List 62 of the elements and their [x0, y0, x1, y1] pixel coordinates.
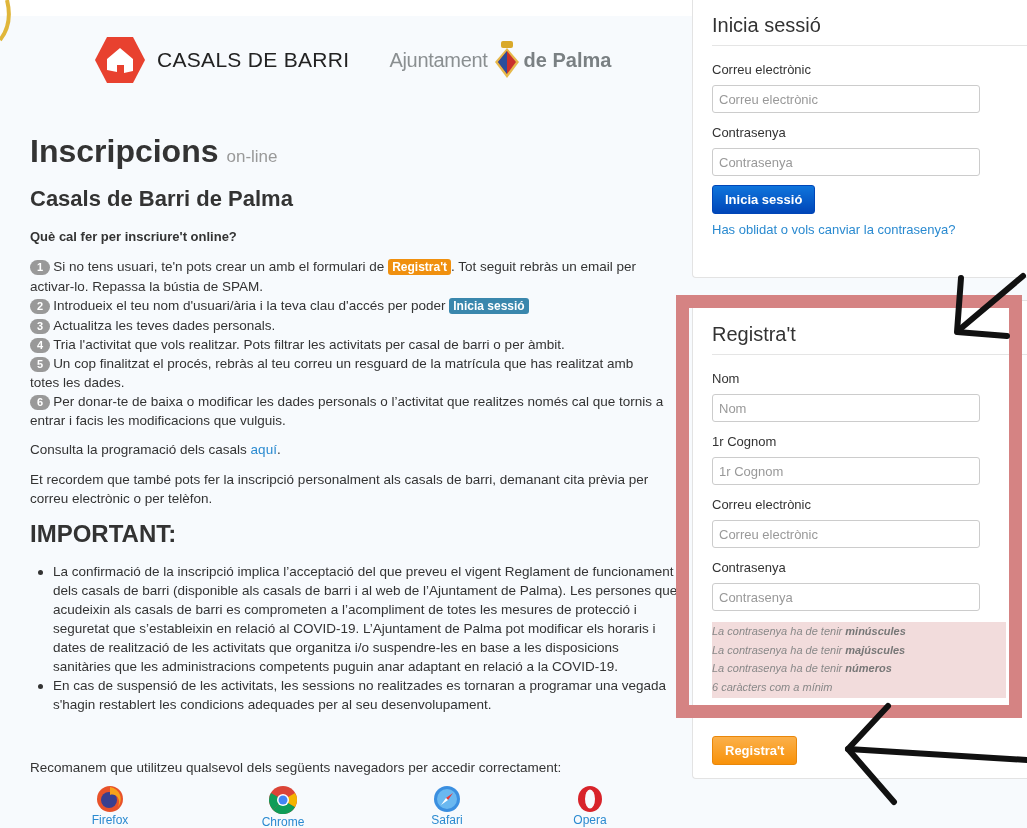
step-number: 5: [30, 357, 51, 372]
password-rule: La contrasenya ha de tenir majúscules: [712, 642, 907, 658]
browser-link[interactable]: Chrome: [261, 816, 305, 828]
browser-prompt: Recomanem que utilitzeu qualsevol dels següents navegadors per accedir correctament:: [30, 759, 563, 777]
text-field[interactable]: Correu electrònic: [712, 520, 980, 548]
consult-text: Consulta la programació dels casals aquí.: [30, 441, 282, 459]
step-text: 4 Tria l'activitat que vols realitzar. Pots filtrar les activitats per casal de barri o per àmbit.: [30, 335, 664, 354]
important-heading: IMPORTANT:: [30, 519, 178, 549]
text-field[interactable]: Contrasenya: [712, 148, 980, 176]
circle-mark: [0, 0, 14, 42]
field-label: Correu electrònic: [712, 497, 812, 513]
step-text: 6 Per donar-te de baixa o modificar les dades personals o l’activitat que realitzes només cal que tornis a entrar i facis les modificacions que vulguis.: [30, 393, 664, 430]
browser-link[interactable]: Firefox: [91, 814, 129, 826]
panel-title: Inicia sessió: [712, 13, 1027, 46]
chrome-icon[interactable]: [268, 785, 298, 815]
brand-name: CASALS DE BARRI: [157, 48, 350, 72]
bullet-dot: [38, 570, 43, 575]
label-badge: Registra't: [388, 259, 451, 275]
text-field[interactable]: Nom: [712, 394, 980, 422]
note-text: Et recordem que també pots fer la inscripció personalment als casals de barri, demanant cita prèvia per correu electrònic o per telèfon.: [30, 471, 650, 508]
bullet-text: La confirmació de la inscripció implica l’acceptació del que preveu el vigent Reglament de funcionament dels casals de barri (disponible als casals de barri i al web de l’Ajuntament de Palma). Les persones que acudeixin als casals de barri es comprometen a l’acompliment de totes les mesures de protecció i seguretat que s’estableixin en relació al COVID-19. L’Ajuntament de Palma pot modificar els horaris i dates de realització de les activitats que organitza i/o suspendre-les en base a les disposicions sanitàries que les administracions competents puguin anar adaptant en relació a la COVID-19.: [53, 563, 678, 676]
browser-link[interactable]: Opera: [573, 814, 607, 826]
bullet-dot: [38, 684, 43, 689]
text-field[interactable]: 1r Cognom: [712, 457, 980, 485]
field-label: Contrasenya: [712, 125, 787, 141]
field-label: 1r Cognom: [712, 434, 778, 450]
city-logo-text: Ajuntament: [389, 48, 488, 72]
step-number: 6: [30, 395, 51, 410]
forgot-password-link[interactable]: Has oblidat o vols canviar la contrasenya?: [712, 222, 1027, 237]
question-heading: Què cal fer per inscriure't online?: [30, 228, 238, 246]
step-number: 4: [30, 338, 51, 353]
opera-icon[interactable]: [577, 785, 603, 813]
step-text: 3 Actualitza les teves dades personals.: [30, 316, 664, 335]
panel-title: Registra't: [712, 322, 1027, 355]
coat-of-arms-icon: [493, 40, 520, 80]
safari-icon[interactable]: [433, 785, 461, 813]
title-suffix: on-line: [226, 146, 278, 168]
password-rule: La contrasenya ha de tenir minúscules: [712, 624, 907, 639]
password-rule: La contrasenya ha de tenir números: [712, 661, 893, 677]
field-label: Correu electrònic: [712, 62, 812, 78]
step-text: 2 Introdueix el teu nom d'usuari/ària i la teva clau d'accés per poder Inicia sessió: [30, 296, 664, 316]
program-link[interactable]: aquí: [250, 442, 277, 457]
section-heading: Casals de Barri de Palma: [30, 185, 294, 213]
text-field[interactable]: Correu electrònic: [712, 85, 980, 113]
step-number: 2: [30, 299, 51, 314]
page-title: Inscripcions: [30, 133, 219, 169]
step-number: 1: [30, 260, 51, 275]
city-logo-text: de Palma: [523, 48, 612, 72]
browser-link[interactable]: Safari: [431, 814, 463, 826]
label-badge: Inicia sessió: [449, 298, 529, 314]
house-logo-icon: [95, 37, 145, 83]
password-rule: 6 caràcters com a mínim: [712, 680, 834, 696]
step-text: 1 Si no tens usuari, te'n pots crear un amb el formulari de Registra't . Tot seguit rebràs un email per activar-lo. Repassa la bústia de SPAM.: [30, 258, 638, 296]
step-number: 3: [30, 319, 51, 334]
step-text: 5 Un cop finalitzat el procés, rebràs al teu correu un resguard de la matrícula que has realitzat amb totes les dades.: [30, 355, 635, 392]
field-label: Contrasenya: [712, 560, 787, 576]
login-button[interactable]: Inicia sessió: [712, 185, 816, 214]
field-label: Nom: [712, 371, 741, 387]
bullet-text: En cas de suspensió de les activitats, les sessions no realitzades es tornaran a programar una vegada s'hagin restablert les condicions adequades per al seu desenvolupament.: [53, 677, 668, 714]
text-field[interactable]: Contrasenya: [712, 583, 980, 611]
firefox-icon[interactable]: [96, 785, 124, 813]
register-button[interactable]: Registra't: [712, 735, 798, 765]
